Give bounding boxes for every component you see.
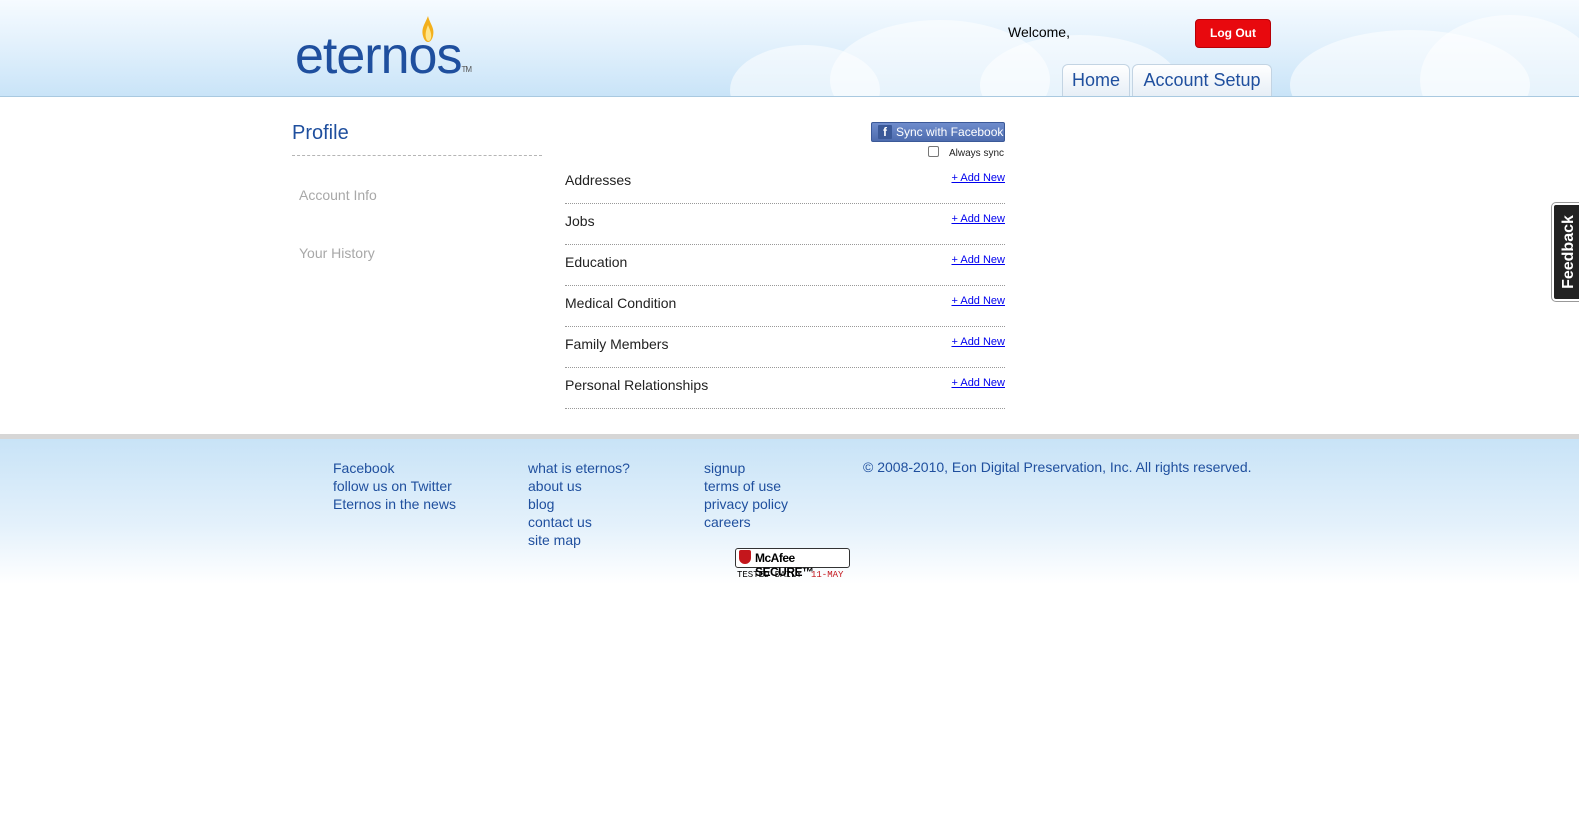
divider: [292, 155, 542, 156]
tab-home[interactable]: Home: [1062, 64, 1130, 96]
footer-link-what-is[interactable]: what is eternos?: [528, 459, 630, 477]
badge-tested-text: TESTED DAILY: [737, 570, 802, 580]
eternos-logo[interactable]: eternosTM: [295, 30, 472, 82]
footer-link-about[interactable]: about us: [528, 477, 630, 495]
site-header: eternosTM Welcome, Log Out Home Account …: [0, 0, 1579, 97]
footer-link-contact[interactable]: contact us: [528, 513, 630, 531]
footer-link-privacy[interactable]: privacy policy: [704, 495, 788, 513]
section-label: Family Members: [565, 336, 669, 352]
section-label: Education: [565, 254, 628, 270]
badge-date: 11-MAY: [811, 570, 844, 580]
flame-icon: [422, 16, 434, 42]
add-job-link[interactable]: + Add New: [951, 213, 1005, 225]
always-sync-checkbox[interactable]: [928, 146, 939, 157]
add-relationship-link[interactable]: + Add New: [951, 377, 1005, 389]
copyright-text: © 2008-2010, Eon Digital Preservation, I…: [863, 459, 1252, 475]
section-label: Medical Condition: [565, 295, 677, 311]
section-row-personal-relationships: Personal Relationships + Add New: [565, 368, 1005, 409]
footer-link-facebook[interactable]: Facebook: [333, 459, 456, 477]
footer-link-terms[interactable]: terms of use: [704, 477, 788, 495]
feedback-tab[interactable]: Feedback: [1552, 203, 1579, 301]
section-row-family-members: Family Members + Add New: [565, 327, 1005, 368]
feedback-label: Feedback: [1560, 215, 1577, 289]
footer-link-twitter[interactable]: follow us on Twitter: [333, 477, 456, 495]
footer-column-account: signup terms of use privacy policy caree…: [704, 459, 788, 531]
cloud-decoration: [1420, 15, 1579, 96]
logout-button[interactable]: Log Out: [1195, 19, 1271, 48]
welcome-text: Welcome,: [1008, 24, 1070, 40]
footer-link-news[interactable]: Eternos in the news: [333, 495, 456, 513]
footer-link-blog[interactable]: blog: [528, 495, 630, 513]
section-row-addresses: Addresses + Add New: [565, 163, 1005, 204]
section-label: Personal Relationships: [565, 377, 709, 393]
sync-facebook-label: Sync with Facebook: [896, 125, 1004, 139]
add-education-link[interactable]: + Add New: [951, 254, 1005, 266]
facebook-icon: f: [878, 125, 892, 139]
footer-column-about: what is eternos? about us blog contact u…: [528, 459, 630, 549]
footer-link-signup[interactable]: signup: [704, 459, 788, 477]
section-label: Addresses: [565, 172, 632, 188]
footer-link-sitemap[interactable]: site map: [528, 531, 630, 549]
page-title: Profile: [292, 122, 349, 144]
section-row-education: Education + Add New: [565, 245, 1005, 286]
sync-facebook-button[interactable]: f Sync with Facebook: [871, 122, 1005, 142]
shield-icon: [739, 550, 751, 564]
always-sync-label: Always sync: [949, 148, 1005, 159]
tab-account-setup[interactable]: Account Setup: [1132, 64, 1272, 96]
footer-link-careers[interactable]: careers: [704, 513, 788, 531]
add-medical-condition-link[interactable]: + Add New: [951, 295, 1005, 307]
section-label: Jobs: [565, 213, 595, 229]
sidebar-item-your-history[interactable]: Your History: [299, 245, 375, 261]
mcafee-secure-badge[interactable]: McAfee SECURE™ TESTED DAILY 11-MAY: [735, 548, 850, 582]
add-address-link[interactable]: + Add New: [951, 172, 1005, 184]
add-family-member-link[interactable]: + Add New: [951, 336, 1005, 348]
section-row-medical-condition: Medical Condition + Add New: [565, 286, 1005, 327]
sidebar-item-account-info[interactable]: Account Info: [299, 187, 377, 203]
footer-column-social: Facebook follow us on Twitter Eternos in…: [333, 459, 456, 513]
section-row-jobs: Jobs + Add New: [565, 204, 1005, 245]
